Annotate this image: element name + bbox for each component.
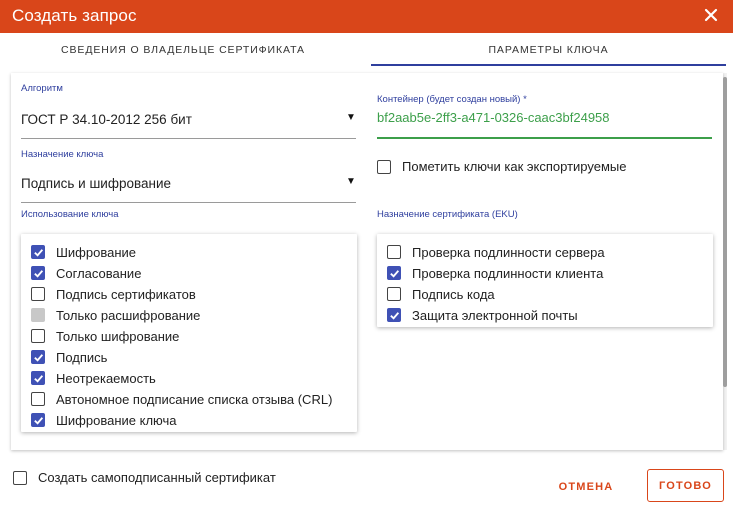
eku-item[interactable]: Проверка подлинности сервера [387, 242, 605, 262]
dialog-titlebar: Создать запрос [0, 0, 733, 33]
tab-content: Алгоритм ГОСТ Р 34.10-2012 256 бит ▼ Наз… [11, 73, 727, 450]
eku-item-label: Проверка подлинности сервера [412, 244, 605, 260]
self-signed-checkbox[interactable]: Создать самоподписанный сертификат [13, 470, 276, 485]
key-usage-item-label: Подпись сертификатов [56, 286, 196, 302]
checkbox-unchecked-icon[interactable] [31, 329, 45, 343]
checkbox-checked-icon[interactable] [31, 413, 45, 427]
algorithm-select[interactable]: ГОСТ Р 34.10-2012 256 бит [21, 112, 192, 127]
key-params-panel: Алгоритм ГОСТ Р 34.10-2012 256 бит ▼ Наз… [11, 73, 723, 450]
key-usage-item[interactable]: Подпись сертификатов [31, 284, 196, 304]
key-usage-item-label: Согласование [56, 265, 142, 281]
checkbox-unchecked-icon[interactable] [13, 470, 27, 485]
key-usage-item-label: Автономное подписание списка отзыва (CRL… [56, 391, 333, 407]
exportable-label: Пометить ключи как экспортируемые [402, 159, 627, 174]
checkbox-disabled-icon [31, 308, 45, 322]
algorithm-underline [21, 138, 356, 139]
checkbox-unchecked-icon[interactable] [377, 159, 391, 174]
checkbox-checked-icon[interactable] [387, 266, 401, 280]
key-usage-item[interactable]: Неотрекаемость [31, 368, 156, 388]
key-usage-item[interactable]: Согласование [31, 263, 141, 283]
checkbox-unchecked-icon[interactable] [31, 287, 45, 301]
key-usage-item[interactable]: Шифрование [31, 242, 136, 262]
key-purpose-label: Назначение ключа [21, 149, 104, 160]
checkbox-checked-icon[interactable] [31, 245, 45, 259]
key-usage-item[interactable]: Шифрование ключа [31, 410, 177, 430]
dialog-title: Создать запрос [12, 6, 137, 25]
key-usage-item-label: Подпись [56, 349, 108, 365]
eku-list: Проверка подлинности сервера Проверка по… [377, 234, 713, 327]
cancel-button[interactable]: ОТМЕНА [545, 472, 627, 502]
algorithm-dropdown-icon[interactable]: ▼ [346, 112, 356, 123]
algorithm-label: Алгоритм [21, 83, 63, 94]
key-usage-item-label: Только шифрование [56, 328, 180, 344]
key-usage-item-label: Неотрекаемость [56, 370, 156, 386]
key-purpose-select[interactable]: Подпись и шифрование [21, 176, 171, 191]
key-usage-item-label: Только расшифрование [56, 307, 201, 323]
key-usage-item[interactable]: Подпись [31, 347, 107, 367]
container-input[interactable]: bf2aab5e-2ff3-a471-0326-caac3bf24958 [377, 110, 610, 125]
tab-key-params[interactable]: ПАРАМЕТРЫ КЛЮЧА [371, 33, 726, 66]
checkbox-checked-icon[interactable] [31, 350, 45, 364]
checkbox-checked-icon[interactable] [387, 308, 401, 322]
key-usage-item[interactable]: Только шифрование [31, 326, 179, 346]
key-usage-item-label: Шифрование [56, 244, 136, 260]
key-usage-label: Использование ключа [21, 209, 119, 220]
eku-item[interactable]: Подпись кода [387, 284, 495, 304]
exportable-checkbox[interactable]: Пометить ключи как экспортируемые [377, 159, 626, 174]
checkbox-unchecked-icon[interactable] [31, 392, 45, 406]
eku-item-label: Защита электронной почты [412, 307, 578, 323]
self-signed-label: Создать самоподписанный сертификат [38, 470, 276, 485]
active-tab-indicator [371, 64, 726, 66]
eku-item-label: Подпись кода [412, 286, 495, 302]
container-underline [377, 137, 712, 139]
key-purpose-dropdown-icon[interactable]: ▼ [346, 176, 356, 187]
checkbox-unchecked-icon[interactable] [387, 245, 401, 259]
key-usage-item-label: Шифрование ключа [56, 412, 177, 428]
key-usage-list: Шифрование Согласование Подпись сертифик… [21, 234, 357, 432]
tab-owner-info[interactable]: СВЕДЕНИЯ О ВЛАДЕЛЬЦЕ СЕРТИФИКАТА [0, 33, 366, 66]
container-label: Контейнер (будет создан новый) * [377, 94, 527, 105]
key-purpose-underline [21, 202, 356, 203]
ok-button[interactable]: ГОТОВО [647, 469, 724, 502]
key-usage-item[interactable]: Автономное подписание списка отзыва (CRL… [31, 389, 332, 409]
tab-bar: СВЕДЕНИЯ О ВЛАДЕЛЬЦЕ СЕРТИФИКАТА ПАРАМЕТ… [0, 33, 733, 66]
eku-item-label: Проверка подлинности клиента [412, 265, 604, 281]
checkbox-checked-icon[interactable] [31, 371, 45, 385]
close-icon[interactable] [699, 3, 723, 27]
scrollbar[interactable] [723, 77, 727, 387]
eku-label: Назначение сертификата (EKU) [377, 209, 518, 220]
eku-item[interactable]: Защита электронной почты [387, 305, 578, 325]
checkbox-unchecked-icon[interactable] [387, 287, 401, 301]
key-usage-item: Только расшифрование [31, 305, 200, 325]
checkbox-checked-icon[interactable] [31, 266, 45, 280]
eku-item[interactable]: Проверка подлинности клиента [387, 263, 603, 283]
